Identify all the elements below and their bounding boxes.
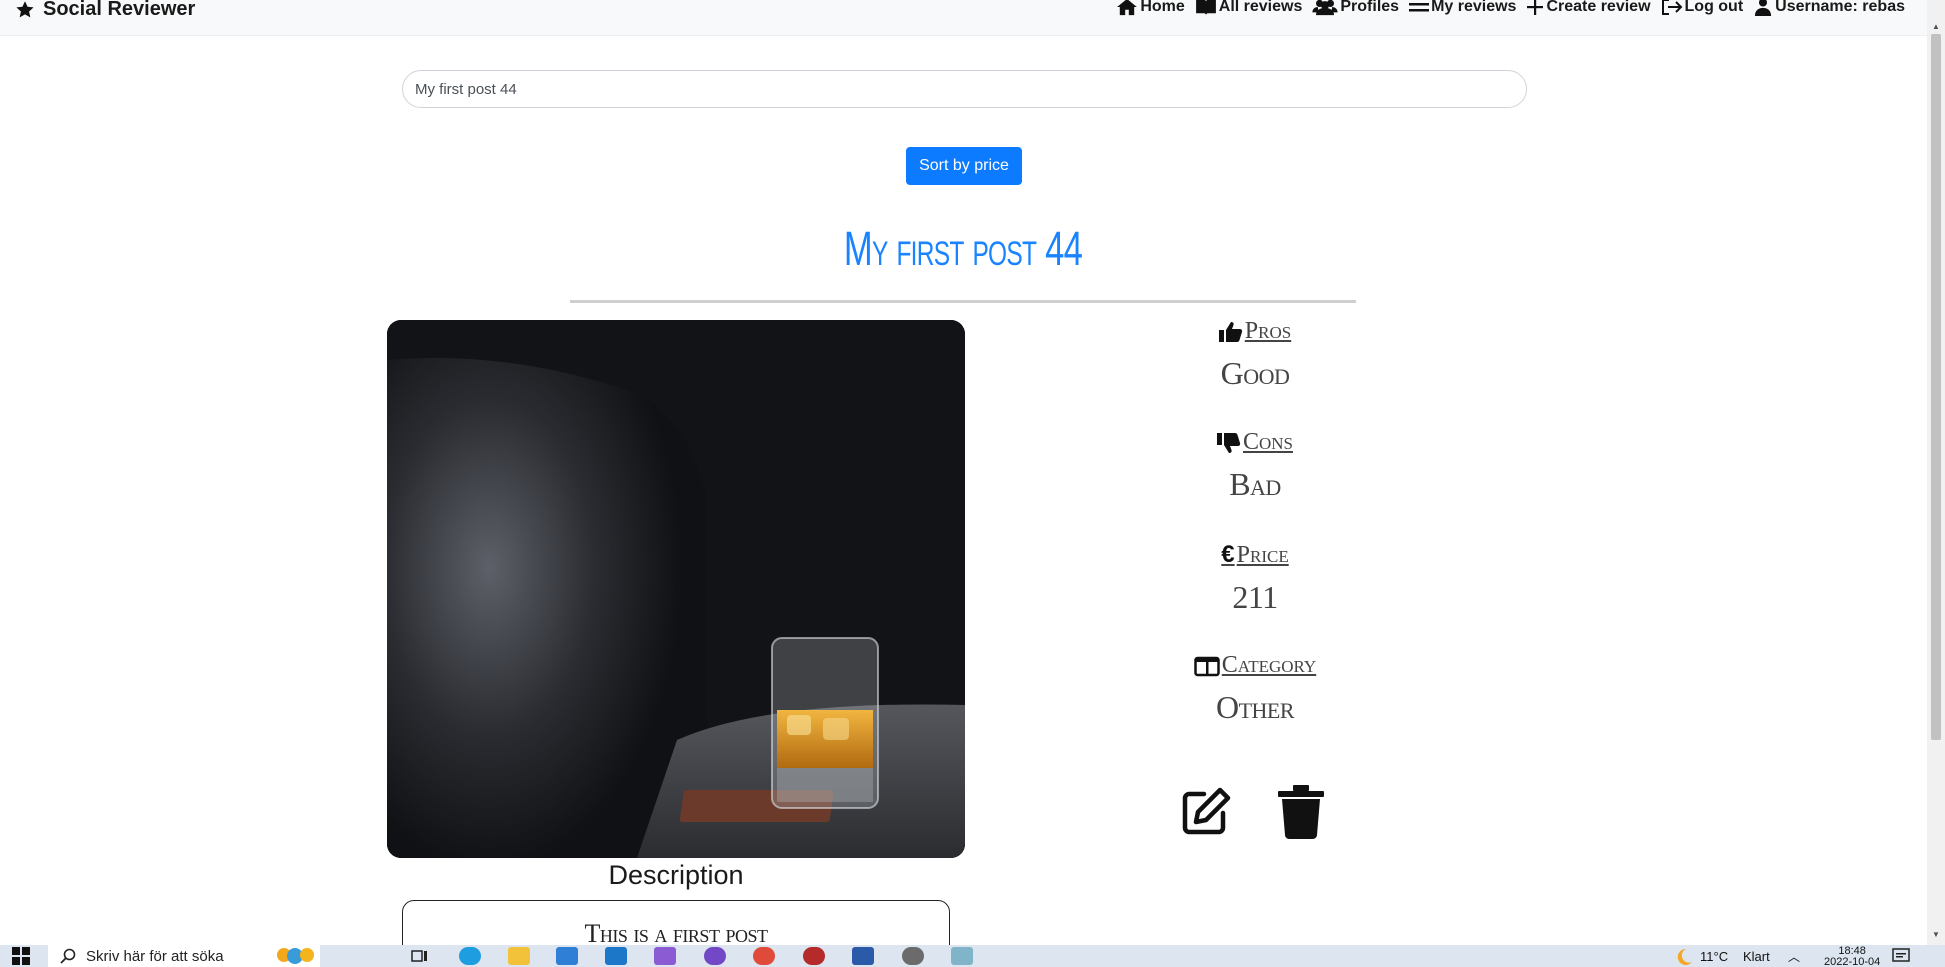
nav-username-label: Username: rebas (1775, 0, 1905, 15)
visual-studio-icon[interactable] (654, 947, 676, 965)
title-divider (570, 300, 1356, 303)
nav-profiles-label: Profiles (1340, 0, 1400, 15)
windows-start-icon[interactable] (12, 945, 30, 967)
clock[interactable]: 18:48 2022-10-04 (1824, 945, 1880, 967)
post-title: My first post 44 (843, 223, 1083, 276)
weather-text[interactable]: Klart (1743, 945, 1770, 967)
nav-profiles[interactable]: Profiles (1312, 0, 1399, 16)
nav-create-review-label: Create review (1546, 0, 1651, 15)
taskbar-search-placeholder: Skriv här för att söka (86, 947, 224, 965)
category-value: Other (1215, 689, 1295, 725)
search-icon (60, 948, 76, 964)
euro-icon: € (1221, 541, 1235, 568)
star-icon (16, 0, 34, 17)
notifications-icon[interactable] (1892, 945, 1910, 967)
nav-my-reviews-label: My reviews (1431, 0, 1517, 15)
nav-log-out[interactable]: Log out (1661, 0, 1744, 16)
edit-icon[interactable] (1180, 786, 1232, 838)
nav-home[interactable]: Home (1116, 0, 1185, 16)
cons-value: Bad (1229, 466, 1281, 502)
detail-cons: Cons Bad (1110, 429, 1400, 503)
nav-home-label: Home (1140, 0, 1185, 15)
page-scrollbar[interactable]: ▲ ▼ (1927, 0, 1945, 945)
category-link[interactable]: Category (1110, 652, 1400, 679)
price-link[interactable]: € Price (1110, 541, 1400, 569)
detail-pros: Pros Good (1110, 318, 1400, 392)
price-label: Price (1236, 541, 1289, 568)
nav-log-out-label: Log out (1684, 0, 1744, 15)
search-highlight-icon (277, 948, 314, 964)
top-navbar: Social Reviewer Home All reviews Profile… (0, 0, 1927, 36)
windows-taskbar: Skriv här för att söka 11°C Klart ︿ 18:4… (0, 945, 1945, 967)
brand-label: Social Reviewer (43, 0, 196, 20)
pros-label: Pros (1244, 318, 1292, 344)
app-icon[interactable] (951, 947, 973, 965)
word-icon[interactable] (852, 947, 874, 965)
brand[interactable]: Social Reviewer (14, 0, 195, 21)
dev-tool-icon[interactable] (803, 947, 825, 965)
chrome-icon[interactable] (753, 947, 775, 965)
detail-price: € Price 211 (1110, 541, 1400, 616)
nav-create-review[interactable]: Create review (1526, 0, 1651, 16)
thumbs-down-icon (1216, 432, 1241, 453)
weather-icon[interactable] (1672, 945, 1694, 967)
scroll-down-icon[interactable]: ▼ (1931, 930, 1941, 939)
cons-label: Cons (1242, 429, 1294, 455)
search-input[interactable] (402, 70, 1527, 108)
task-view-icon[interactable] (410, 947, 432, 965)
settings-icon[interactable] (902, 947, 924, 965)
post-image (387, 320, 965, 858)
thumbs-up-icon (1218, 321, 1242, 342)
weather-temp[interactable]: 11°C (1700, 945, 1728, 967)
user-icon (1755, 0, 1772, 16)
store-icon[interactable] (556, 947, 578, 965)
category-label: Category (1221, 652, 1317, 678)
table-columns-icon (1194, 656, 1220, 676)
nav-links: Home All reviews Profiles My reviews Cre… (1116, 0, 1905, 16)
chevron-up-icon[interactable]: ︿ (1788, 945, 1800, 967)
edge-icon[interactable] (459, 947, 481, 965)
file-explorer-icon[interactable] (508, 947, 530, 965)
book-icon (1195, 0, 1216, 16)
sort-by-price-button[interactable]: Sort by price (906, 147, 1022, 185)
scroll-thumb[interactable] (1931, 34, 1941, 740)
cons-link[interactable]: Cons (1110, 429, 1400, 456)
plus-icon (1527, 0, 1544, 15)
pros-value: Good (1220, 355, 1290, 391)
taskbar-search[interactable]: Skriv här för att söka (48, 945, 320, 967)
nav-all-reviews-label: All reviews (1218, 0, 1303, 15)
nav-all-reviews[interactable]: All reviews (1195, 0, 1303, 16)
description-heading: Description (608, 860, 744, 890)
pros-link[interactable]: Pros (1110, 318, 1400, 345)
menu-icon (1409, 3, 1430, 12)
nav-my-reviews[interactable]: My reviews (1409, 0, 1516, 16)
detail-category: Category Other (1110, 652, 1400, 726)
logout-icon (1661, 0, 1682, 15)
clock-date: 2022-10-04 (1824, 956, 1881, 967)
mail-icon[interactable] (605, 947, 627, 965)
price-value: 211 (1232, 579, 1278, 615)
scroll-up-icon[interactable]: ▲ (1931, 22, 1941, 31)
users-icon (1312, 0, 1338, 16)
home-icon (1117, 0, 1138, 16)
nav-username[interactable]: Username: rebas (1753, 0, 1905, 16)
trash-icon[interactable] (1278, 785, 1324, 839)
description-text: This is a first post (584, 919, 768, 948)
vpn-icon[interactable] (704, 947, 726, 965)
